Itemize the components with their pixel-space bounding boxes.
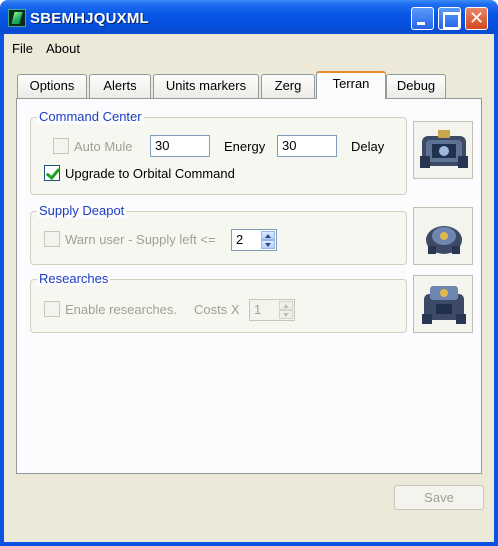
energy-label: Energy <box>224 139 266 154</box>
maximize-button[interactable] <box>438 7 461 30</box>
menu-file[interactable]: File <box>12 41 33 56</box>
spin-up-icon[interactable] <box>279 301 293 310</box>
command-center-group: Command Center Auto Mule 30 Energy 30 De… <box>30 109 407 195</box>
supply-depot-group: Supply Deapot Warn user - Supply left <=… <box>30 203 407 265</box>
save-button[interactable]: Save <box>394 485 484 510</box>
command-center-icon <box>413 121 473 179</box>
minimize-button[interactable] <box>411 7 434 30</box>
supply-left-stepper[interactable] <box>261 231 275 249</box>
warn-supply-checkbox[interactable] <box>44 231 60 247</box>
costs-label: Costs X <box>194 302 240 317</box>
costs-stepper[interactable] <box>279 301 293 319</box>
researches-title: Researches <box>37 271 111 286</box>
client-area: File About Options Alerts Units markers … <box>4 34 494 546</box>
tab-options[interactable]: Options <box>17 74 87 98</box>
delay-label: Delay <box>351 139 385 154</box>
spin-down-icon[interactable] <box>279 310 293 319</box>
supply-depot-title: Supply Deapot <box>37 203 127 218</box>
researches-group: Researches Enable researches. Costs X 1 <box>30 271 407 333</box>
tab-debug[interactable]: Debug <box>386 74 446 98</box>
app-window: SBEMHJQUXML ✕ File About Options Alerts … <box>0 0 498 546</box>
command-center-title: Command Center <box>37 109 144 124</box>
spin-up-icon[interactable] <box>261 231 275 240</box>
upgrade-orbital-checkbox[interactable] <box>44 165 60 181</box>
tab-units-markers[interactable]: Units markers <box>153 74 259 98</box>
enable-researches-checkbox[interactable] <box>44 301 60 317</box>
terran-tab-panel: Command Center Auto Mule 30 Energy 30 De… <box>16 98 482 474</box>
menu-bar: File About <box>4 34 494 62</box>
window-bottom-border <box>0 542 498 546</box>
auto-mule-label: Auto Mule <box>74 139 133 154</box>
warn-supply-label: Warn user - Supply left <= <box>65 232 216 247</box>
engineering-bay-icon <box>413 275 473 333</box>
supply-depot-icon <box>413 207 473 265</box>
window-title: SBEMHJQUXML <box>30 10 149 27</box>
menu-about[interactable]: About <box>46 41 80 56</box>
close-button[interactable]: ✕ <box>465 7 488 30</box>
delay-input[interactable]: 30 <box>277 135 337 157</box>
energy-input[interactable]: 30 <box>150 135 210 157</box>
app-icon <box>8 9 26 27</box>
tab-zerg[interactable]: Zerg <box>261 74 315 98</box>
tab-terran[interactable]: Terran <box>316 71 386 99</box>
close-icon: ✕ <box>469 8 485 29</box>
enable-researches-label: Enable researches. <box>65 302 178 317</box>
spin-down-icon[interactable] <box>261 240 275 249</box>
auto-mule-checkbox[interactable] <box>53 138 69 154</box>
upgrade-orbital-label: Upgrade to Orbital Command <box>65 166 235 181</box>
tab-alerts[interactable]: Alerts <box>89 74 151 98</box>
title-bar[interactable]: SBEMHJQUXML ✕ <box>0 0 498 34</box>
